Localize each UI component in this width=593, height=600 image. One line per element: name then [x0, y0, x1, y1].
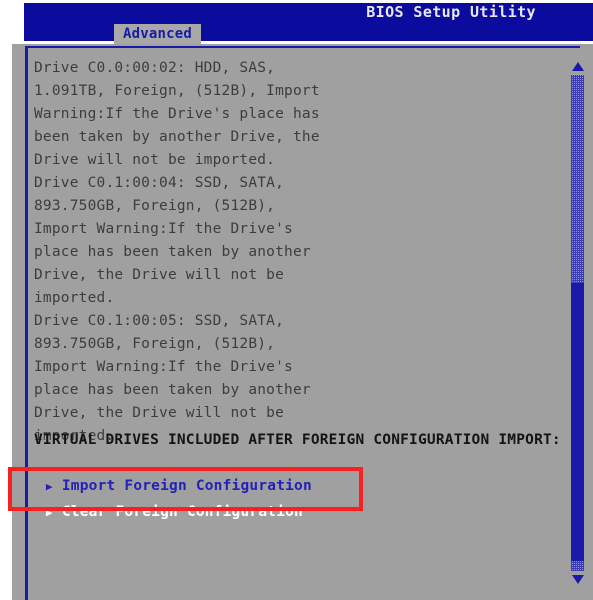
- drive-info-line: Drive will not be imported.: [34, 152, 276, 168]
- page-title: BIOS Setup Utility: [366, 3, 536, 21]
- drive-info-list: Drive C0.0:00:02: HDD, SAS, 1.091TB, Fore…: [34, 57, 534, 448]
- chevron-right-icon: ▶: [45, 506, 53, 519]
- drive-info-line: Import Warning:If the Drive's: [34, 359, 293, 375]
- scroll-down-arrow-icon[interactable]: [572, 575, 584, 584]
- drive-info-line: 1.091TB, Foreign, (512B), Import: [34, 83, 320, 99]
- drive-info-line: 893.750GB, Foreign, (512B),: [34, 336, 276, 352]
- panel-top-border: [25, 46, 580, 48]
- drive-info-line: been taken by another Drive, the: [34, 129, 320, 145]
- drive-info-line: Drive C0.1:00:04: SSD, SATA,: [34, 175, 285, 191]
- menu-item-import-foreign-configuration[interactable]: ▶ Import Foreign Configuration: [28, 452, 368, 494]
- drive-info-line: Import Warning:If the Drive's: [34, 221, 293, 237]
- menu-item-clear-foreign-configuration[interactable]: ▶ Clear Foreign Configuration: [28, 478, 368, 520]
- virtual-drives-heading: VIRTUAL DRIVES INCLUDED AFTER FOREIGN CO…: [34, 432, 561, 448]
- drive-info-line: Drive C0.0:00:02: HDD, SAS,: [34, 60, 276, 76]
- drive-info-line: Drive, the Drive will not be: [34, 267, 285, 283]
- drive-info-line: Drive, the Drive will not be: [34, 405, 285, 421]
- tab-advanced[interactable]: Advanced: [114, 24, 202, 45]
- bios-header-band: BIOS Setup Utility Advanced: [24, 3, 593, 45]
- drive-info-line: 893.750GB, Foreign, (512B),: [34, 198, 276, 214]
- drive-info-line: Drive C0.1:00:05: SSD, SATA,: [34, 313, 285, 329]
- drive-info-line: place has been taken by another: [34, 382, 311, 398]
- menu-item-label: Clear Foreign Configuration: [61, 504, 303, 520]
- tab-strip: Advanced: [114, 23, 202, 45]
- drive-info-line: imported.: [34, 290, 115, 306]
- scrollbar-thumb[interactable]: [571, 283, 584, 562]
- drive-info-line: Warning:If the Drive's place has: [34, 106, 320, 122]
- drive-info-line: place has been taken by another: [34, 244, 311, 260]
- vertical-scrollbar[interactable]: [570, 58, 586, 586]
- scroll-up-arrow-icon[interactable]: [572, 62, 584, 71]
